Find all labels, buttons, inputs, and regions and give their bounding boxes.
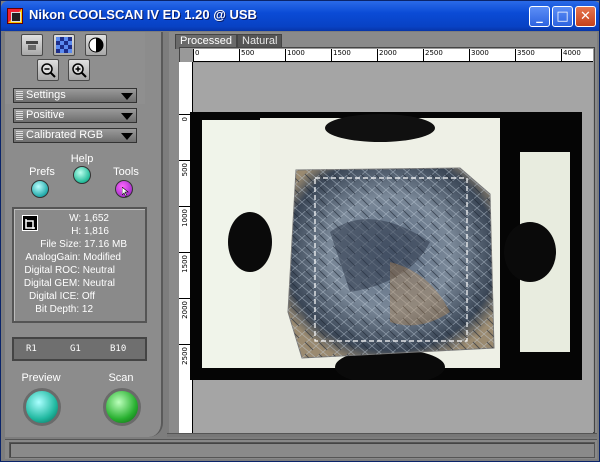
ruler-tick: 0 bbox=[193, 49, 199, 61]
grip-icon bbox=[16, 131, 23, 140]
contrast-button[interactable] bbox=[85, 34, 107, 56]
rgb-readout: R1 G1 B10 bbox=[12, 337, 147, 361]
scan-button[interactable] bbox=[103, 388, 141, 426]
chevron-down-icon bbox=[121, 93, 133, 100]
info-analog-gain: AnalogGain: Modified bbox=[25, 252, 121, 263]
minimize-button[interactable]: _ bbox=[529, 6, 550, 27]
contrast-icon bbox=[88, 37, 104, 53]
rgb-blue-value: B10 bbox=[110, 344, 127, 354]
rgb-green-value: G1 bbox=[70, 344, 81, 354]
image-info-panel: W: 1,652 H: 1,816 File Size: 17.16 MB An… bbox=[12, 207, 147, 323]
preview-button[interactable] bbox=[23, 388, 61, 426]
horizontal-scrollbar[interactable] bbox=[167, 433, 597, 437]
color-space-dropdown[interactable]: Calibrated RGB bbox=[13, 128, 137, 143]
info-file-size: File Size: 17.16 MB bbox=[40, 239, 127, 250]
ruler-tick: 500 bbox=[239, 49, 254, 61]
info-bit-depth: Bit Depth: 12 bbox=[35, 304, 93, 315]
tools-label: Tools bbox=[113, 166, 139, 178]
tools-button[interactable] bbox=[115, 180, 133, 198]
scanner-button[interactable] bbox=[21, 34, 43, 56]
scan-label: Scan bbox=[108, 372, 134, 384]
ruler-tick: 1000 bbox=[285, 49, 305, 61]
crystal-slide-image bbox=[190, 112, 582, 380]
zoom-out-button[interactable] bbox=[37, 59, 59, 81]
ruler-tick: 3000 bbox=[469, 49, 489, 61]
ruler-tick: 4000 bbox=[561, 49, 581, 61]
ruler-tick: 3500 bbox=[515, 49, 535, 61]
scanned-image[interactable] bbox=[190, 112, 582, 380]
grip-icon bbox=[16, 91, 23, 100]
help-label: Help bbox=[70, 153, 94, 165]
prefs-label: Prefs bbox=[29, 166, 55, 178]
status-bar bbox=[5, 439, 597, 459]
settings-dropdown-label: Settings bbox=[26, 89, 66, 101]
checkerboard-icon bbox=[56, 37, 72, 53]
status-field bbox=[9, 442, 595, 458]
film-type-dropdown[interactable]: Positive bbox=[13, 108, 137, 123]
info-digital-gem: Digital GEM: Neutral bbox=[23, 278, 115, 289]
info-width: W: 1,652 bbox=[69, 213, 109, 224]
crop-icon bbox=[22, 215, 38, 231]
checkerboard-button[interactable] bbox=[53, 34, 75, 56]
prefs-button[interactable] bbox=[31, 180, 49, 198]
zoom-out-icon bbox=[41, 63, 56, 78]
help-button[interactable] bbox=[73, 166, 91, 184]
title-bar[interactable]: Nikon COOLSCAN IV ED 1.20 @ USB _ □ ✕ bbox=[1, 1, 599, 31]
info-height: H: 1,816 bbox=[71, 226, 109, 237]
ruler-tick: 2500 bbox=[423, 49, 443, 61]
app-icon[interactable] bbox=[7, 8, 23, 24]
chevron-down-icon bbox=[121, 113, 133, 120]
ruler-tick: 2000 bbox=[377, 49, 397, 61]
grip-icon bbox=[16, 111, 23, 120]
app-window: Nikon COOLSCAN IV ED 1.20 @ USB _ □ ✕ Se… bbox=[0, 0, 600, 462]
close-button[interactable]: ✕ bbox=[575, 6, 596, 27]
info-digital-roc: Digital ROC: Neutral bbox=[24, 265, 115, 276]
scanner-icon bbox=[26, 41, 38, 50]
rgb-red-value: R1 bbox=[26, 344, 37, 354]
zoom-in-button[interactable] bbox=[68, 59, 90, 81]
zoom-in-icon bbox=[72, 63, 87, 78]
film-type-label: Positive bbox=[26, 109, 65, 121]
settings-dropdown[interactable]: Settings bbox=[13, 88, 137, 103]
chevron-down-icon bbox=[121, 133, 133, 140]
window-title: Nikon COOLSCAN IV ED 1.20 @ USB bbox=[29, 7, 257, 22]
preview-label: Preview bbox=[21, 372, 61, 384]
color-space-label: Calibrated RGB bbox=[26, 129, 104, 141]
ruler-tick: 1500 bbox=[331, 49, 351, 61]
cursor-icon bbox=[122, 187, 129, 197]
info-digital-ice: Digital ICE: Off bbox=[29, 291, 95, 302]
top-ruler: 0 500 1000 1500 2000 2500 3000 3500 4000 bbox=[193, 49, 593, 62]
maximize-button[interactable]: □ bbox=[552, 6, 573, 27]
